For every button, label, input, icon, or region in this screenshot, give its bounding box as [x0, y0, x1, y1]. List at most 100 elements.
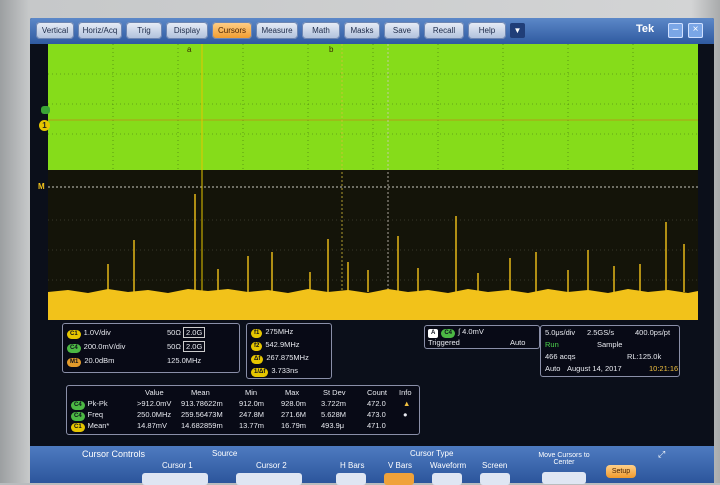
ch1-scale: 1.0V/div — [83, 328, 111, 337]
row-channel-chip: C1 — [71, 423, 85, 432]
cell-stdev: 3.722m — [321, 399, 347, 408]
sample-rate: 2.5GS/s — [587, 328, 615, 337]
vbars-button[interactable] — [384, 473, 414, 485]
menu-handle-icon[interactable]: ⤢ — [658, 449, 665, 460]
trigger-readout-panel[interactable]: A C4 ∫ 4.0mV Triggered Auto — [424, 325, 540, 349]
cursor-b-label[interactable]: b — [329, 45, 333, 54]
source-label: Source — [212, 449, 238, 458]
run-status: Run — [545, 340, 559, 349]
acquisition-readout-panel[interactable]: 5.0μs/div 2.5GS/s 400.0ps/pt Run Sample … — [540, 325, 680, 377]
ch1-chip: C1 — [67, 330, 81, 339]
channel4-ground-marker[interactable] — [41, 106, 50, 114]
col-stdev: St Dev — [323, 388, 346, 397]
inv-delta-f-chip: 1/Δf — [251, 368, 269, 377]
f2-value: 542.9MHz — [265, 340, 300, 349]
info-icon[interactable]: ● — [403, 410, 408, 419]
scope-screen: Vertical Horiz/Acq Trig Display Cursors … — [30, 18, 714, 483]
f1-value: 275MHz — [265, 327, 294, 336]
hbars-label: H Bars — [340, 461, 365, 470]
cell-max: 16.79m — [281, 421, 307, 430]
cell-value: 250.0MHz — [137, 410, 172, 419]
waveform-button[interactable] — [432, 473, 462, 485]
warning-icon[interactable]: ▲ — [403, 399, 410, 408]
screen-button[interactable] — [480, 473, 510, 485]
col-mean: Mean — [191, 388, 210, 397]
acq-date: August 14, 2017 — [567, 364, 622, 373]
cell-count: 472.0 — [367, 399, 386, 408]
acq-mode: Sample — [597, 340, 623, 349]
menu-trig[interactable]: Trig — [126, 22, 162, 39]
cursor-controls-title: Cursor Controls — [82, 449, 146, 459]
ch1-impedance: 50Ω — [167, 328, 181, 337]
cursor1-label: Cursor 1 — [162, 461, 193, 470]
row-name: Mean* — [87, 421, 110, 430]
f2-chip: f2 — [251, 342, 263, 351]
menu-recall[interactable]: Recall — [424, 22, 464, 39]
acq-count: 466 acqs — [545, 352, 576, 361]
menu-save[interactable]: Save — [384, 22, 420, 39]
row-channel-chip: C4 — [71, 412, 85, 421]
menu-cursors[interactable]: Cursors — [212, 22, 252, 39]
menu-bar: Vertical Horiz/Acq Trig Display Cursors … — [30, 18, 714, 44]
col-info: Info — [399, 388, 412, 397]
menu-math[interactable]: Math — [302, 22, 340, 39]
f1-chip: f1 — [251, 329, 263, 338]
cell-value: 14.87mV — [137, 421, 168, 430]
math-ref-marker[interactable]: M — [38, 182, 45, 191]
col-min: Min — [245, 388, 258, 397]
trigger-level: 4.0mV — [462, 327, 484, 336]
cell-mean: 14.682859m — [181, 421, 223, 430]
cursor-readout-panel[interactable]: f1 275MHz f2 542.9MHz Δf 267.875MHz 1/Δf 3.7… — [246, 323, 332, 379]
close-icon[interactable]: × — [688, 23, 703, 38]
auto-mode: Auto — [545, 364, 561, 373]
ch4-scale: 200.0mV/div — [83, 342, 126, 351]
hbars-button[interactable] — [336, 473, 366, 485]
menu-measure[interactable]: Measure — [256, 22, 298, 39]
cursor-controls-bar: Cursor Controls Source Cursor 1 Cursor 2… — [30, 446, 714, 485]
cursor2-label: Cursor 2 — [256, 461, 287, 470]
move-cursors-button[interactable] — [542, 472, 586, 484]
cursor1-source-select[interactable] — [142, 473, 208, 485]
menu-horiz-acq[interactable]: Horiz/Acq — [78, 22, 122, 39]
acq-time: 10:21:16 — [649, 364, 679, 373]
m1-chip: M1 — [67, 358, 82, 367]
menu-vertical[interactable]: Vertical — [36, 22, 74, 39]
trigger-source-chip: A — [428, 329, 439, 338]
resolution: 400.0ps/pt — [635, 328, 671, 337]
cell-count: 471.0 — [367, 421, 386, 430]
col-count: Count — [367, 388, 388, 397]
vbars-label: V Bars — [388, 461, 413, 470]
waveform-graticule[interactable]: a b — [48, 44, 698, 320]
col-value: Value — [145, 388, 164, 397]
ch4-chip: C4 — [67, 344, 81, 353]
cell-max: 271.6M — [281, 410, 307, 419]
delta-f-value: 267.875MHz — [266, 353, 309, 362]
row-name: Pk-Pk — [87, 399, 108, 408]
channel1-ground-marker[interactable]: 1 — [39, 120, 50, 131]
record-length: RL:125.0k — [627, 352, 662, 361]
col-max: Max — [285, 388, 300, 397]
cursor2-source-select[interactable] — [236, 473, 302, 485]
cell-value: >912.0mV — [137, 399, 172, 408]
cell-stdev: 493.9μ — [321, 421, 345, 430]
waveform-label: Waveform — [430, 461, 467, 470]
channel-readout-panel[interactable]: C1 1.0V/div 50Ω 2.0G C4 200.0mV/div 50Ω 2.… — [62, 323, 240, 373]
move-cursors-label: Move Cursors to Center — [538, 452, 590, 466]
cell-max: 928.0m — [281, 399, 307, 408]
menu-display[interactable]: Display — [166, 22, 208, 39]
menu-help[interactable]: Help — [468, 22, 506, 39]
cell-mean: 913.78622m — [181, 399, 223, 408]
m1-frequency: 125.0MHz — [167, 356, 202, 365]
menu-dropdown-icon[interactable]: ▼ — [510, 23, 525, 38]
row-channel-chip: C4 — [71, 401, 85, 410]
inv-delta-f-value: 3.733ns — [271, 366, 299, 375]
brand-logo: Tek — [636, 23, 655, 35]
menu-masks[interactable]: Masks — [344, 22, 380, 39]
measurement-table[interactable]: Value Mean Min Max St Dev Count Info C4 P… — [66, 385, 420, 435]
setup-button[interactable]: Setup — [606, 465, 636, 478]
cursor-a-label[interactable]: a — [187, 45, 191, 54]
cell-mean: 259.56473M — [181, 410, 223, 419]
trigger-state: Triggered — [428, 338, 460, 347]
ch4-impedance: 50Ω — [167, 342, 181, 351]
minimize-icon[interactable]: – — [668, 23, 683, 38]
